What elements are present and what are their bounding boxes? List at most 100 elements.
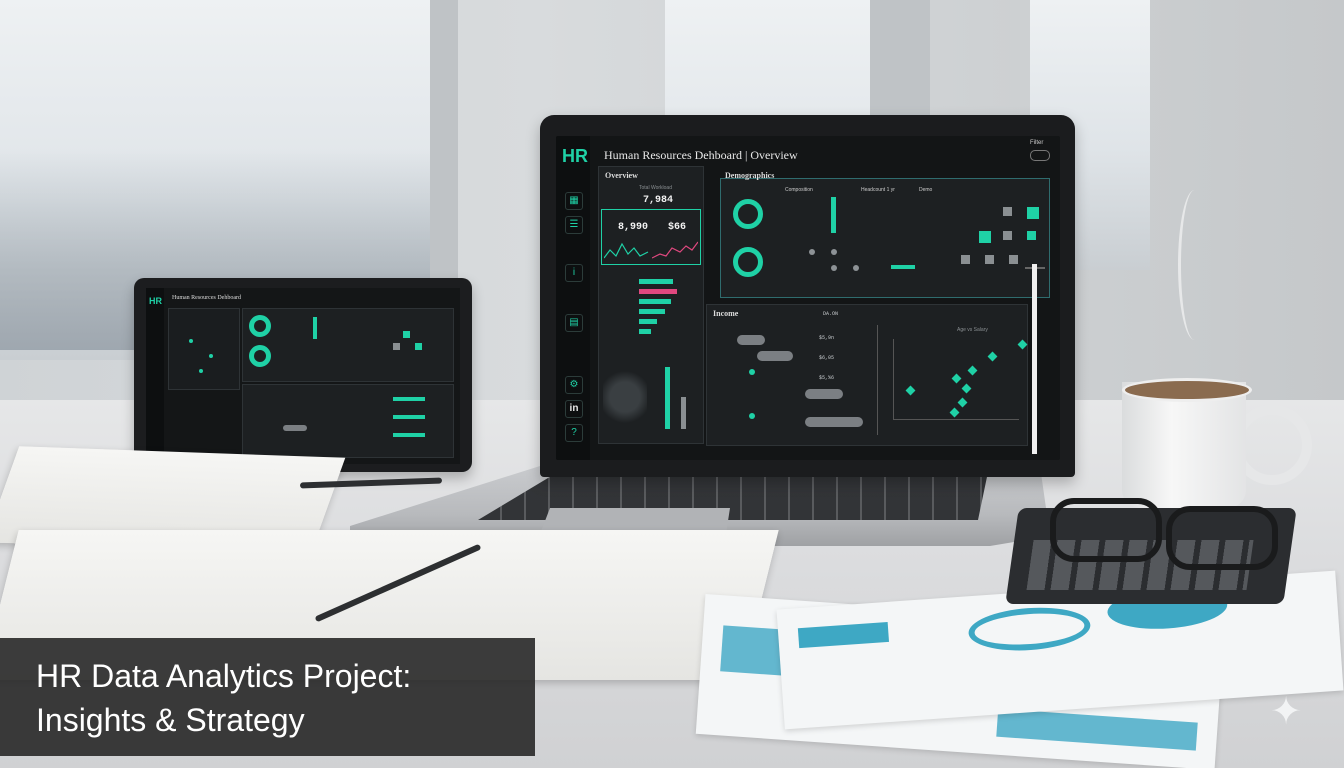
kpi-total: 7,984 xyxy=(643,195,674,206)
income-value: $5,9n xyxy=(819,335,835,341)
overview-panel: Overview Total Workload 7,984 8,990 $66 xyxy=(598,166,704,444)
divider-line xyxy=(877,325,878,435)
tablet-sidebar xyxy=(146,288,164,464)
filter-label: Filter xyxy=(1030,140,1044,146)
h-bar xyxy=(639,279,673,284)
scatter-point xyxy=(961,383,972,394)
tablet-demographics-panel xyxy=(242,308,454,382)
coffee-surface xyxy=(1122,378,1252,402)
scatter-point xyxy=(951,373,962,384)
dot-marker xyxy=(809,249,815,255)
dot-marker xyxy=(831,249,837,255)
photo-scene: HR Human Resources Dehboard HR ▦ ☰ i ▤ ⚙… xyxy=(0,0,1344,768)
heat-cell xyxy=(1003,231,1012,240)
map-marker xyxy=(199,369,203,373)
tablet-pill xyxy=(283,425,307,431)
h-bar xyxy=(639,329,651,334)
scatter-label: Age vs Salary xyxy=(957,327,988,333)
income-column-label: DA.ON xyxy=(823,311,839,317)
settings-icon[interactable]: ⚙ xyxy=(565,376,583,394)
tablet-bar xyxy=(393,433,425,437)
coffee-steam xyxy=(1178,190,1211,340)
kpi-card: 8,990 $66 xyxy=(601,209,701,265)
laptop-screen: HR ▦ ☰ i ▤ ⚙ in ? Human Resources Dehboa… xyxy=(556,136,1060,460)
v-bar xyxy=(665,367,670,429)
v-bar xyxy=(831,197,836,233)
people-icon[interactable]: ☰ xyxy=(565,216,583,234)
heat-cell xyxy=(961,255,970,264)
h-bar xyxy=(639,299,671,304)
v-bar xyxy=(681,397,686,429)
tablet-heat-cell xyxy=(403,331,410,338)
tablet-screen: HR Human Resources Dehboard xyxy=(146,288,460,464)
scatter-point xyxy=(905,385,916,396)
income-value: $5,%6 xyxy=(819,375,835,381)
section-label: Headcount 1 yr xyxy=(861,187,895,193)
region-map xyxy=(603,367,647,427)
range-pill xyxy=(737,335,765,345)
demographics-panel: Demographics Composition Headcount 1 yr … xyxy=(720,171,1050,298)
tablet-donut-chart xyxy=(249,345,271,367)
h-bar xyxy=(639,289,677,294)
income-value: $6,05 xyxy=(819,355,835,361)
report-graphic xyxy=(996,708,1198,751)
sparkle-icon: ✦ xyxy=(1270,691,1302,733)
overview-label: Overview xyxy=(605,171,638,180)
heat-cell xyxy=(1027,231,1036,240)
heat-cell xyxy=(985,255,994,264)
h-bar xyxy=(639,309,665,314)
section-label: Demo xyxy=(919,187,933,193)
filter-toggle[interactable] xyxy=(1030,150,1050,161)
dot-marker xyxy=(749,369,755,375)
scrollbar[interactable] xyxy=(1032,264,1037,454)
tablet-hr-logo: HR xyxy=(149,296,162,306)
map-marker xyxy=(209,354,213,358)
heat-cell xyxy=(1003,207,1012,216)
range-pill xyxy=(757,351,793,361)
donut-chart xyxy=(733,247,763,277)
h-bar xyxy=(891,265,915,269)
scatter-point xyxy=(957,397,968,408)
demographics-label: Demographics xyxy=(725,171,775,180)
heat-cell xyxy=(1009,255,1018,264)
y-axis xyxy=(893,339,894,419)
tablet-bar xyxy=(393,415,425,419)
tablet-dashboard-title: Human Resources Dehboard xyxy=(172,295,241,301)
overview-caption: Total Workload xyxy=(639,185,672,191)
tablet-income-panel xyxy=(242,384,454,458)
range-pill xyxy=(805,417,863,427)
dashboard-title: Human Resources Dehboard | Overview xyxy=(604,148,798,162)
map-marker xyxy=(189,339,193,343)
scatter-point xyxy=(967,365,978,376)
tablet-heat-cell xyxy=(415,343,422,350)
donut-graphic xyxy=(967,603,1092,655)
eyeglasses-lens xyxy=(1050,498,1162,562)
section-label: Composition xyxy=(785,187,813,193)
trend-line-chart xyxy=(604,242,649,259)
report-graphic xyxy=(797,621,890,649)
kpi-left: 8,990 xyxy=(618,222,649,233)
tablet-bar xyxy=(393,397,425,401)
x-axis xyxy=(893,419,1019,420)
range-pill xyxy=(805,389,843,399)
trend-line-chart xyxy=(652,241,698,259)
hr-logo: HR xyxy=(562,146,588,166)
tablet-map-panel xyxy=(168,308,240,390)
linkedin-icon[interactable]: in xyxy=(565,400,583,418)
donut-chart xyxy=(733,199,763,229)
dot-marker xyxy=(831,265,837,271)
document-icon[interactable]: ▤ xyxy=(565,314,583,332)
kpi-right: $66 xyxy=(668,222,687,233)
caption-box: HR Data Analytics Project: Insights & St… xyxy=(0,638,535,756)
tablet-bar xyxy=(313,317,317,339)
scatter-point xyxy=(1017,339,1028,350)
income-panel: Income DA.ON $5,9n $6,05 $5,%6 Age vs Sa… xyxy=(706,304,1028,446)
info-icon[interactable]: i xyxy=(565,264,583,282)
help-icon[interactable]: ? xyxy=(565,424,583,442)
caption-title-line2: Insights & Strategy xyxy=(36,702,305,738)
dashboard-sidebar: HR ▦ ☰ i ▤ ⚙ in ? xyxy=(556,136,590,460)
scatter-point xyxy=(949,407,960,418)
dot-marker xyxy=(749,413,755,419)
heat-cell xyxy=(1027,207,1039,219)
chart-icon[interactable]: ▦ xyxy=(565,192,583,210)
